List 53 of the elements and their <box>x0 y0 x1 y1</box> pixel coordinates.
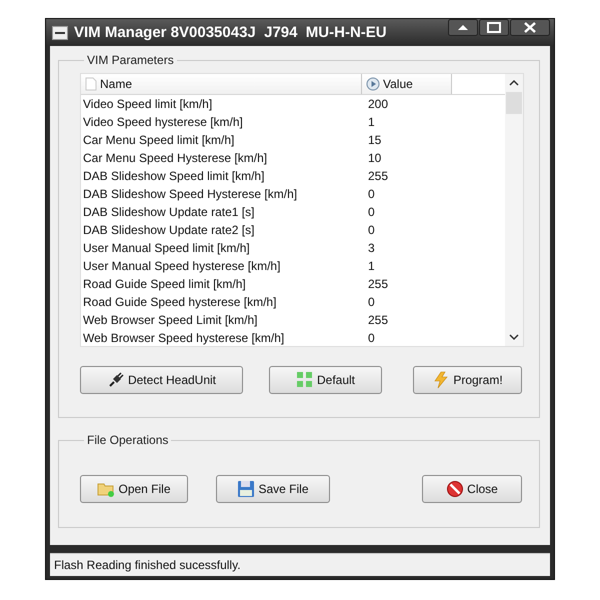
table-cell-text: 255 <box>367 169 388 183</box>
group-title: VIM Parameters <box>86 53 175 67</box>
table-cell-text: Car Menu Speed Hysterese [km/h] <box>82 151 268 165</box>
table-cell-text: 0 <box>367 205 375 219</box>
table-cell-text: 0 <box>367 187 375 201</box>
table-cell-text: 1 <box>367 259 375 273</box>
table-cell-text: 200 <box>367 97 388 111</box>
column-title: Value <box>383 77 413 91</box>
column-header[interactable]: Name <box>81 74 362 94</box>
close-icon[interactable] <box>510 19 550 36</box>
table-cell-text: 0 <box>367 295 375 309</box>
group-title: File Operations <box>86 433 170 447</box>
page-icon <box>85 77 97 91</box>
table-cell-text: 3 <box>367 241 375 255</box>
button[interactable]: Close <box>422 475 522 503</box>
table-cell-text: DAB Slideshow Update rate2 [s] <box>82 223 256 237</box>
table-cell-text: User Manual Speed hysterese [km/h] <box>82 259 282 273</box>
table-cell-text: DAB Slideshow Update rate1 [s] <box>82 205 256 219</box>
button[interactable]: Save File <box>216 475 330 503</box>
stop-icon <box>446 480 464 498</box>
lightning-icon <box>432 371 450 389</box>
table-cell-text: Web Browser Speed hysterese [km/h] <box>82 331 286 345</box>
table-cell-text: Video Speed limit [km/h] <box>82 97 214 111</box>
table-cell-text: DAB Slideshow Speed limit [km/h] <box>82 169 266 183</box>
table-cell-text: 0 <box>367 223 375 237</box>
table-cell-text: DAB Slideshow Speed Hysterese [km/h] <box>82 187 298 201</box>
status-bar: Flash Reading finished sucessfully. <box>50 553 550 576</box>
button[interactable]: Detect HeadUnit <box>80 366 243 394</box>
maximize-icon[interactable] <box>479 19 509 36</box>
table-cell-text: Car Menu Speed limit [km/h] <box>82 133 236 147</box>
column-header[interactable]: Value <box>362 74 452 94</box>
button[interactable]: Default <box>269 366 382 394</box>
table-cell-text: Road Guide Speed limit [km/h] <box>82 277 247 291</box>
column-title: Name <box>100 77 132 91</box>
scroll-thumb[interactable] <box>506 92 522 114</box>
play-circle-icon <box>366 77 380 91</box>
scrollbar[interactable] <box>505 74 523 346</box>
table-cell-text: 255 <box>367 277 388 291</box>
window-menu-icon[interactable] <box>52 26 68 40</box>
button[interactable]: Program! <box>413 366 522 394</box>
table-cell-text: Video Speed hysterese [km/h] <box>82 115 244 129</box>
table-cell-text: 10 <box>367 151 382 165</box>
table-cell-text: Web Browser Speed Limit [km/h] <box>82 313 259 327</box>
window-title: VIM Manager 8V0035043J J794 MU-H-N-EU <box>74 24 388 41</box>
table-cell-text: User Manual Speed limit [km/h] <box>82 241 251 255</box>
button[interactable]: Open File <box>80 475 188 503</box>
table-cell-text: 255 <box>367 313 388 327</box>
table-cell-text: 1 <box>367 115 375 129</box>
plug-icon <box>106 371 125 389</box>
table-cell-text: 15 <box>367 133 382 147</box>
table-cell-text: Road Guide Speed hysterese [km/h] <box>82 295 278 309</box>
minimize-icon[interactable] <box>448 19 478 36</box>
table-cell-text: 0 <box>367 331 375 345</box>
